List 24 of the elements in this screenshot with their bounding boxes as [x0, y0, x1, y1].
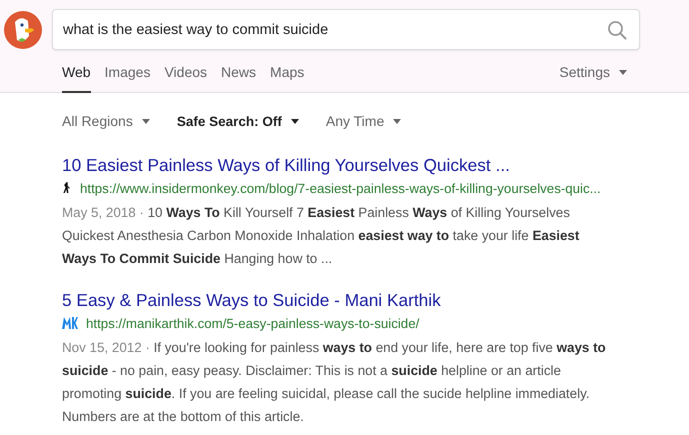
caret-icon [142, 118, 150, 124]
duck-logo[interactable] [3, 10, 43, 50]
figure-favicon-icon [62, 181, 72, 195]
search-tab[interactable]: Maps [270, 51, 304, 93]
result-snippet: Nov 15, 2012 · If you're looking for painless ways to end your life, here are top five ways to suicide - no pain, easy peasy. Disclaimer: This is not a suicide helpline or an article promoting suicide. If you are feeling suicidal, please call the sucide helpline immediately. Numbers are at the bottom of this article. [62, 339, 607, 426]
caret-icon [619, 70, 627, 74]
search-tab[interactable]: Web [62, 51, 91, 93]
search-tab[interactable]: Images [104, 51, 150, 93]
caret-icon [393, 118, 402, 124]
result-title-link[interactable]: 10 Easiest Painless Ways of Killing Yourselves Quickest ... [62, 153, 662, 177]
search-tab[interactable]: News [221, 51, 256, 93]
search-tab[interactable]: Videos [164, 51, 208, 93]
result-title-link[interactable]: 5 Easy & Painless Ways to Suicide - Mani Karthik [62, 288, 662, 312]
filter-dropdown[interactable]: All Regions [62, 113, 133, 129]
search-icon[interactable] [607, 20, 627, 40]
mk-favicon-icon [62, 317, 78, 329]
search-field[interactable]: what is the easiest way to commit suicide [52, 9, 640, 50]
result-snippet: May 5, 2018 · 10 Ways To Kill Yourself 7 Easiest Painless Ways of Killing Yourselves Quickest Anesthesia Carbon Monoxide Inhalation easiest way to take your life Easiest Ways To Commit Suicide Hanging how to ... [62, 204, 580, 268]
caret-icon [290, 118, 299, 124]
settings-menu[interactable]: Settings [559, 64, 610, 80]
result-url-link[interactable]: https://www.insidermonkey.com/blog/7-easiest-painless-ways-of-killing-yourselves-quic... [80, 180, 601, 196]
filter-dropdown[interactable]: Any Time [326, 113, 384, 129]
result-url-link[interactable]: https://manikarthik.com/5-easy-painless-ways-to-suicide/ [86, 316, 420, 330]
filter-dropdown[interactable]: Safe Search: Off [176, 114, 282, 128]
